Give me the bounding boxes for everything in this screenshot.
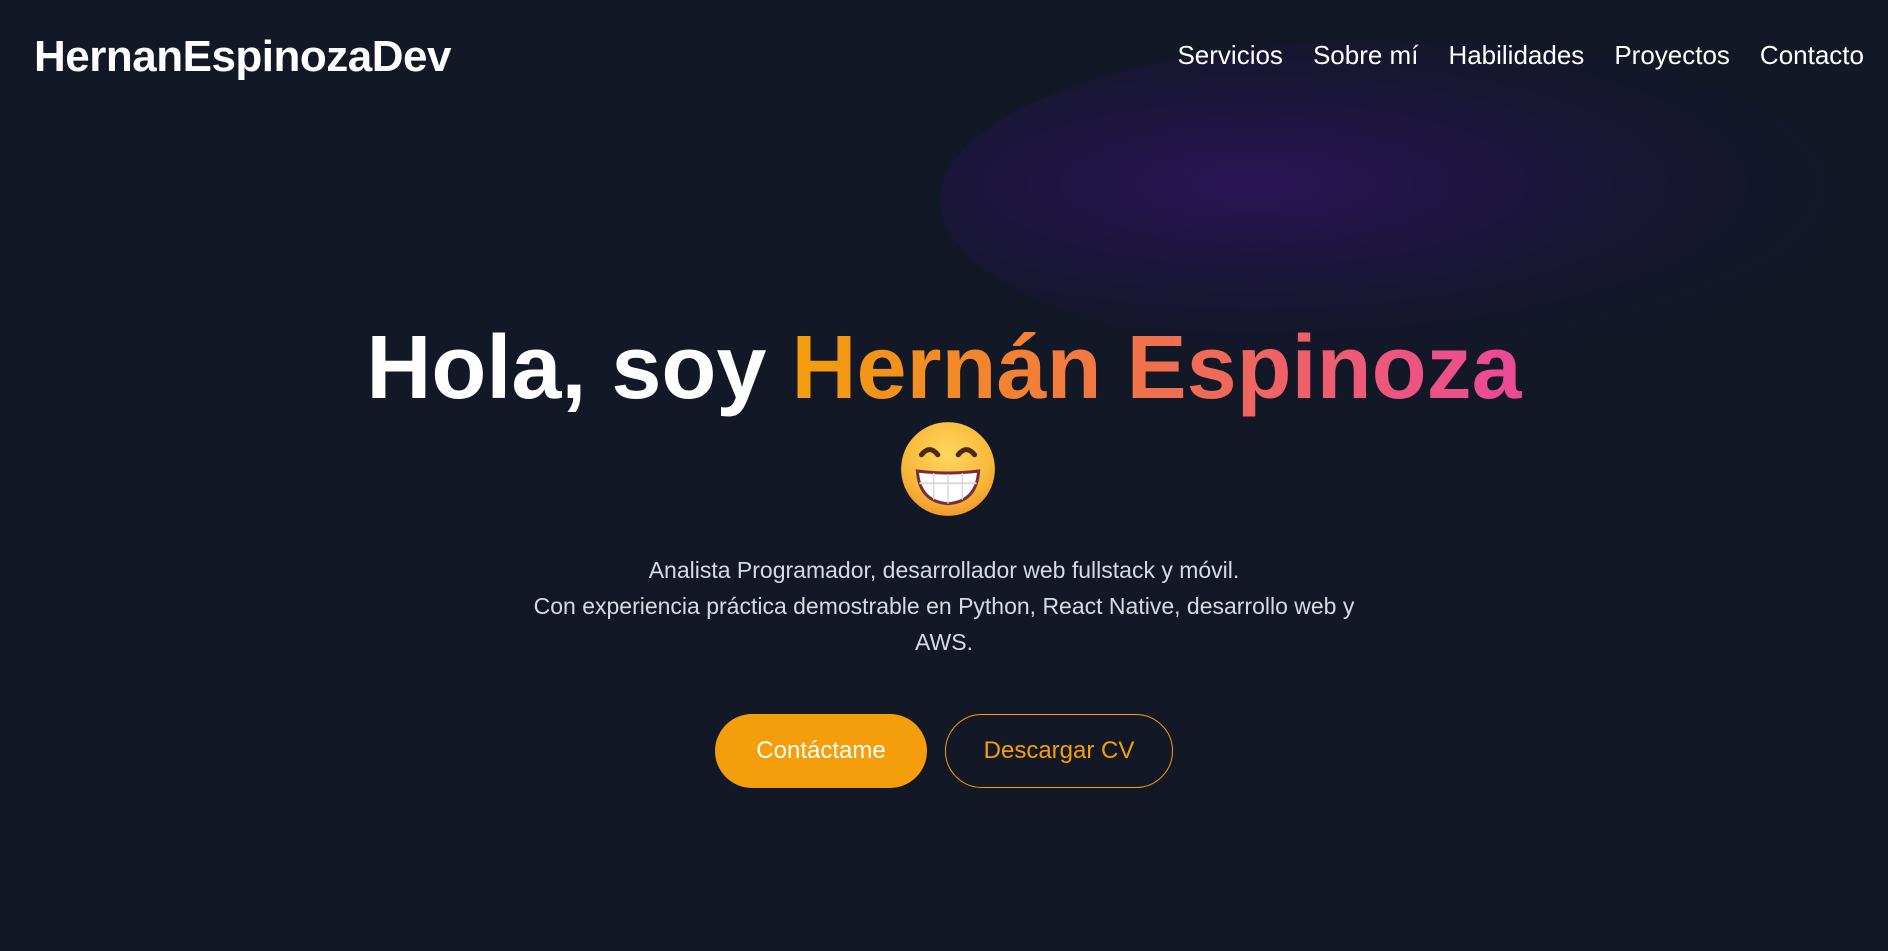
description-line-3: AWS.	[915, 629, 973, 655]
nav-link-proyectos[interactable]: Proyectos	[1614, 40, 1730, 71]
nav-link-servicios[interactable]: Servicios	[1177, 40, 1282, 71]
hero-greeting: Hola, soy	[366, 318, 792, 418]
nav-menu: Servicios Sobre mí Habilidades Proyectos…	[1177, 40, 1864, 71]
nav-link-sobre-mi[interactable]: Sobre mí	[1313, 40, 1419, 71]
description-line-2: Con experiencia práctica demostrable en …	[533, 593, 1355, 619]
hero-description: Analista Programador, desarrollador web …	[0, 552, 1888, 660]
navbar: HernanEspinozaDev Servicios Sobre mí Hab…	[0, 0, 1888, 118]
grinning-face-icon	[897, 418, 999, 520]
hero-name: Hernán Espinoza	[791, 318, 1522, 418]
site-logo[interactable]: HernanEspinozaDev	[34, 32, 451, 82]
description-line-1: Analista Programador, desarrollador web …	[648, 557, 1240, 583]
page: HernanEspinozaDev Servicios Sobre mí Hab…	[0, 0, 1888, 951]
contact-button[interactable]: Contáctame	[715, 714, 927, 788]
download-cv-button[interactable]: Descargar CV	[945, 714, 1173, 788]
hero-title: Hola, soy Hernán Espinoza	[0, 320, 1888, 416]
nav-link-contacto[interactable]: Contacto	[1760, 40, 1864, 71]
hero-buttons: Contáctame Descargar CV	[0, 714, 1888, 788]
hero-section: Hola, soy Hernán Espinoza	[0, 320, 1888, 416]
nav-link-habilidades[interactable]: Habilidades	[1448, 40, 1584, 71]
